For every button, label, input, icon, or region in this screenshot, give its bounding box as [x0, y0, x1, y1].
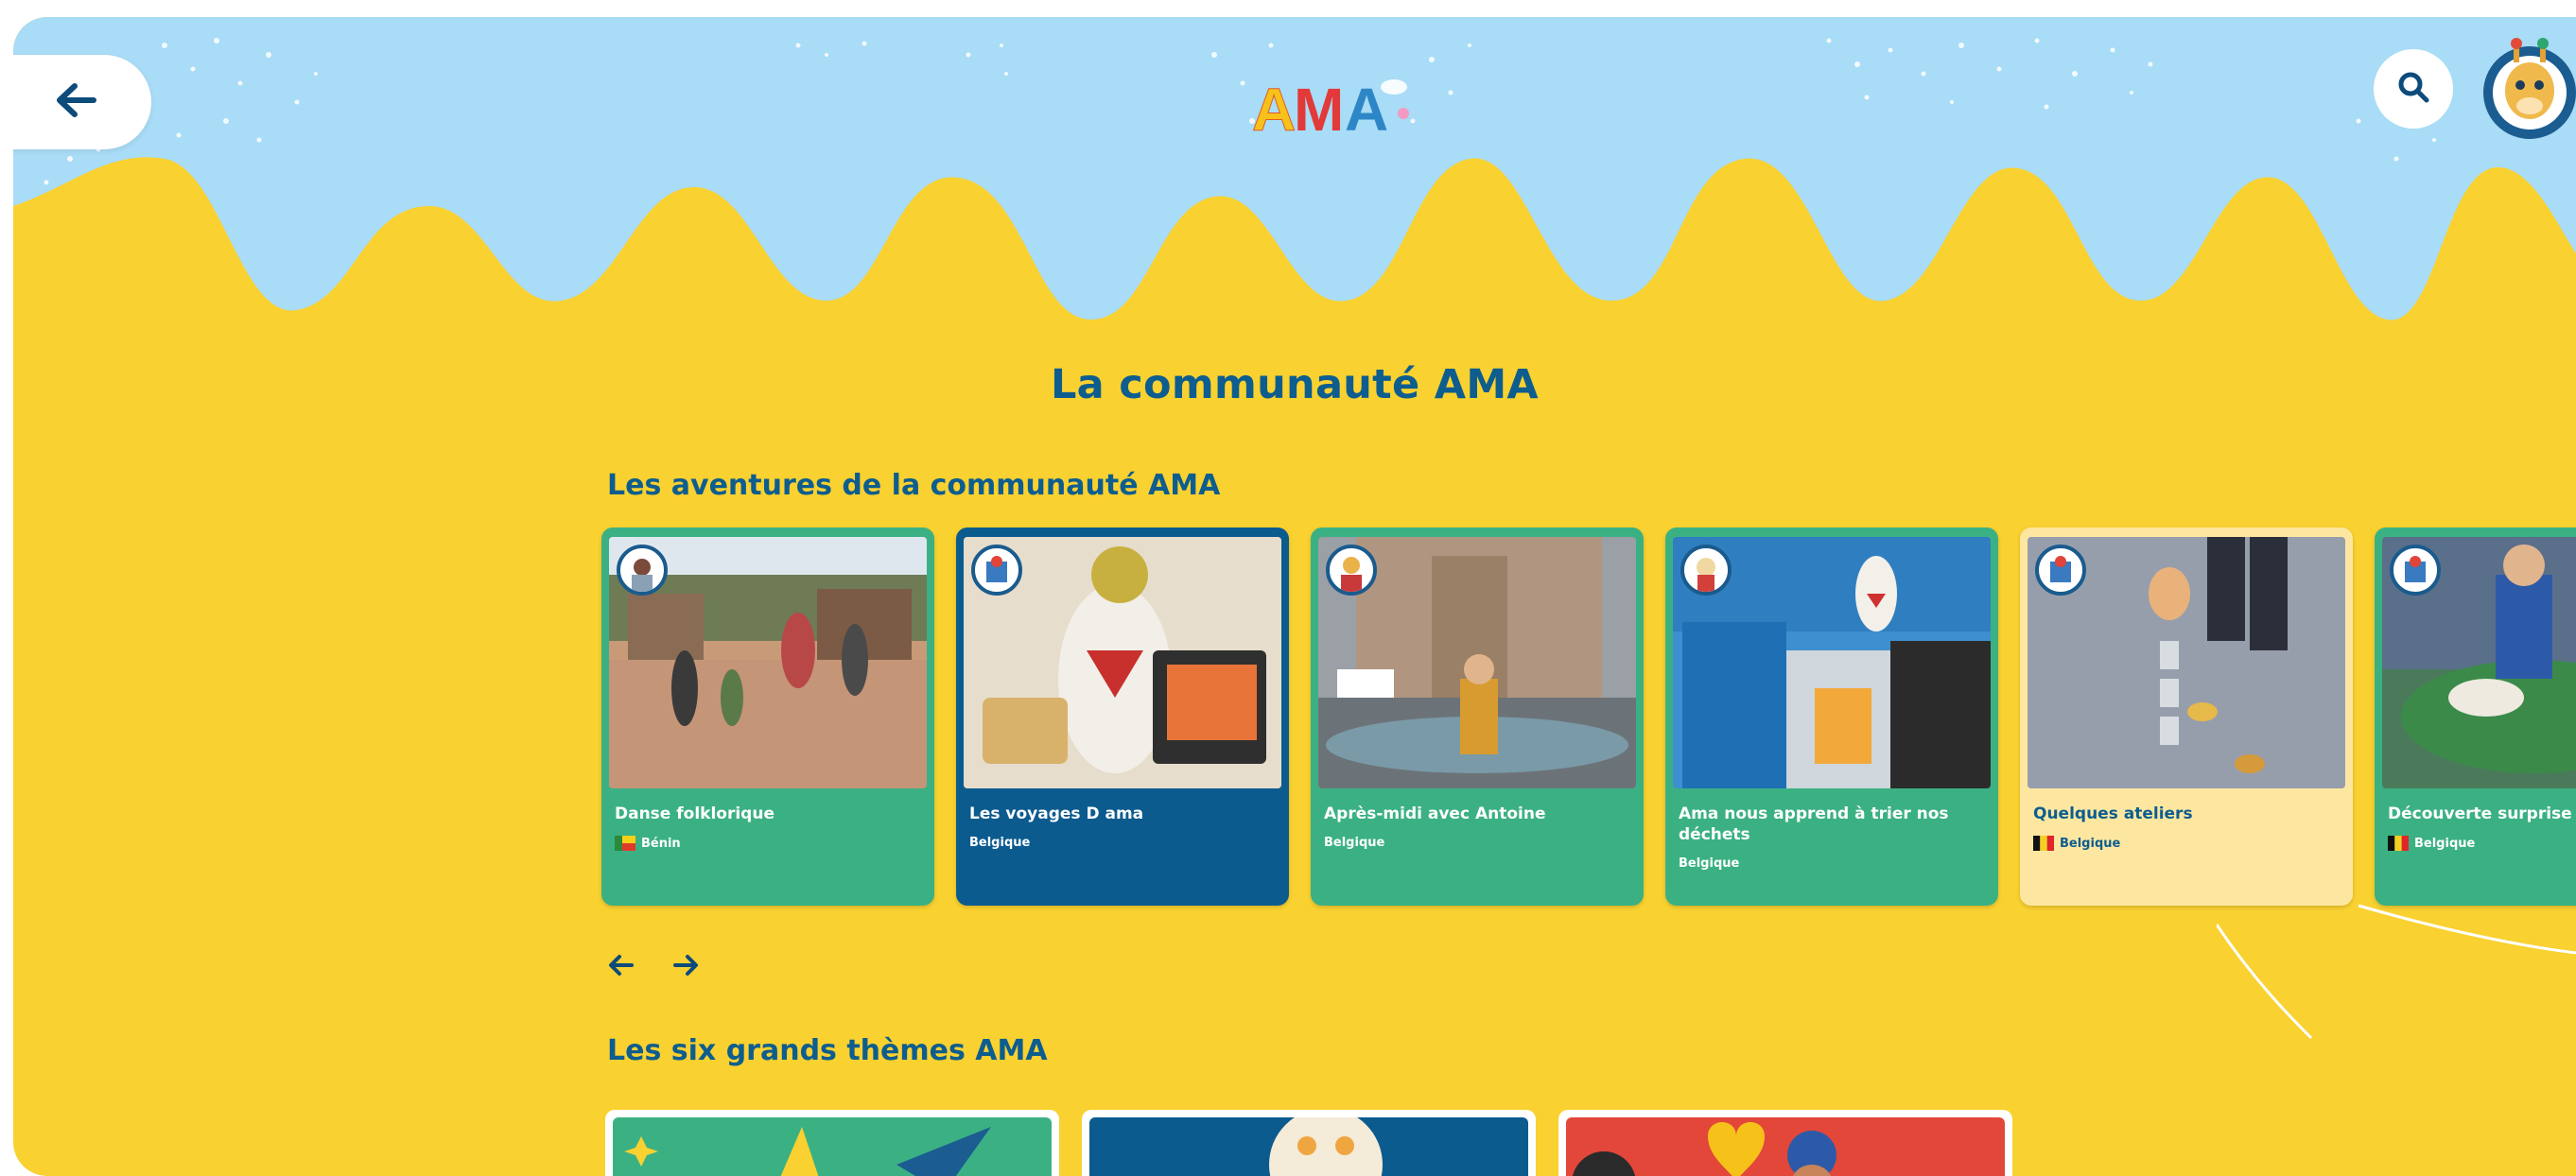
benin-flag-icon — [615, 836, 635, 851]
ama-logo[interactable]: A M A — [1233, 57, 1422, 151]
search-button[interactable] — [2374, 49, 2453, 129]
arrow-left-icon — [54, 81, 97, 123]
adventure-card-trier-dechets[interactable]: Ama nous apprend à trier nos déchets Bel… — [1665, 527, 1998, 906]
card-title: Danse folklorique — [615, 804, 775, 823]
card-title: Les voyages D ama — [969, 804, 1144, 823]
card-title: Après-midi avec Antoine — [1324, 804, 1546, 823]
card-country: Bénin — [615, 836, 681, 851]
card-country: Belgique — [1679, 856, 1739, 871]
card-country: Belgique — [1324, 836, 1384, 850]
adventure-card-apres-midi[interactable]: Après-midi avec Antoine Belgique — [1311, 527, 1644, 906]
page-title: La communauté AMA — [1050, 361, 1540, 408]
kite-string-decoration — [2217, 904, 2576, 1040]
community-badge-icon — [2035, 545, 2086, 596]
theme-card[interactable] — [1558, 1110, 2012, 1176]
card-title: Ama nous apprend à trier nos déchets — [1679, 804, 1949, 844]
svg-text:A: A — [1252, 76, 1296, 144]
adventure-card-les-voyages[interactable]: Les voyages D ama Belgique — [956, 527, 1289, 906]
creator-badge-icon — [617, 545, 668, 596]
search-icon — [2394, 68, 2432, 110]
card-country: Belgique — [2033, 836, 2120, 851]
theme-illustration — [1566, 1117, 2005, 1176]
card-country-label: Belgique — [1679, 856, 1740, 871]
svg-text:M: M — [1294, 76, 1344, 144]
page-frame: A M A La communauté AMA Les aventures de… — [13, 17, 2576, 1176]
carousel-arrows — [607, 951, 700, 979]
back-button[interactable] — [13, 55, 151, 149]
adventure-card-danse-folklorique[interactable]: Danse folklorique Bénin — [601, 527, 934, 906]
theme-illustration — [613, 1117, 1052, 1176]
theme-card[interactable] — [1082, 1110, 1536, 1176]
card-country-label: Bénin — [641, 836, 681, 851]
creator-badge-icon — [1680, 545, 1732, 596]
themes-section-title: Les six grands thèmes AMA — [607, 1034, 1048, 1067]
adventures-section-title: Les aventures de la communauté AMA — [607, 469, 1221, 502]
arrow-right-icon[interactable] — [671, 951, 700, 979]
community-badge-icon — [971, 545, 1022, 596]
giraffe-avatar-icon[interactable] — [2478, 38, 2576, 142]
card-country-label: Belgique — [969, 836, 1031, 850]
card-country-label: Belgique — [1324, 836, 1385, 850]
belgium-flag-icon — [2033, 836, 2054, 851]
creator-badge-icon — [1326, 545, 1377, 596]
theme-illustration — [1089, 1117, 1528, 1176]
arrow-left-icon[interactable] — [607, 951, 635, 979]
card-country: Belgique — [969, 836, 1030, 850]
theme-card[interactable] — [605, 1110, 1059, 1176]
card-country-label: Belgique — [2060, 836, 2121, 851]
